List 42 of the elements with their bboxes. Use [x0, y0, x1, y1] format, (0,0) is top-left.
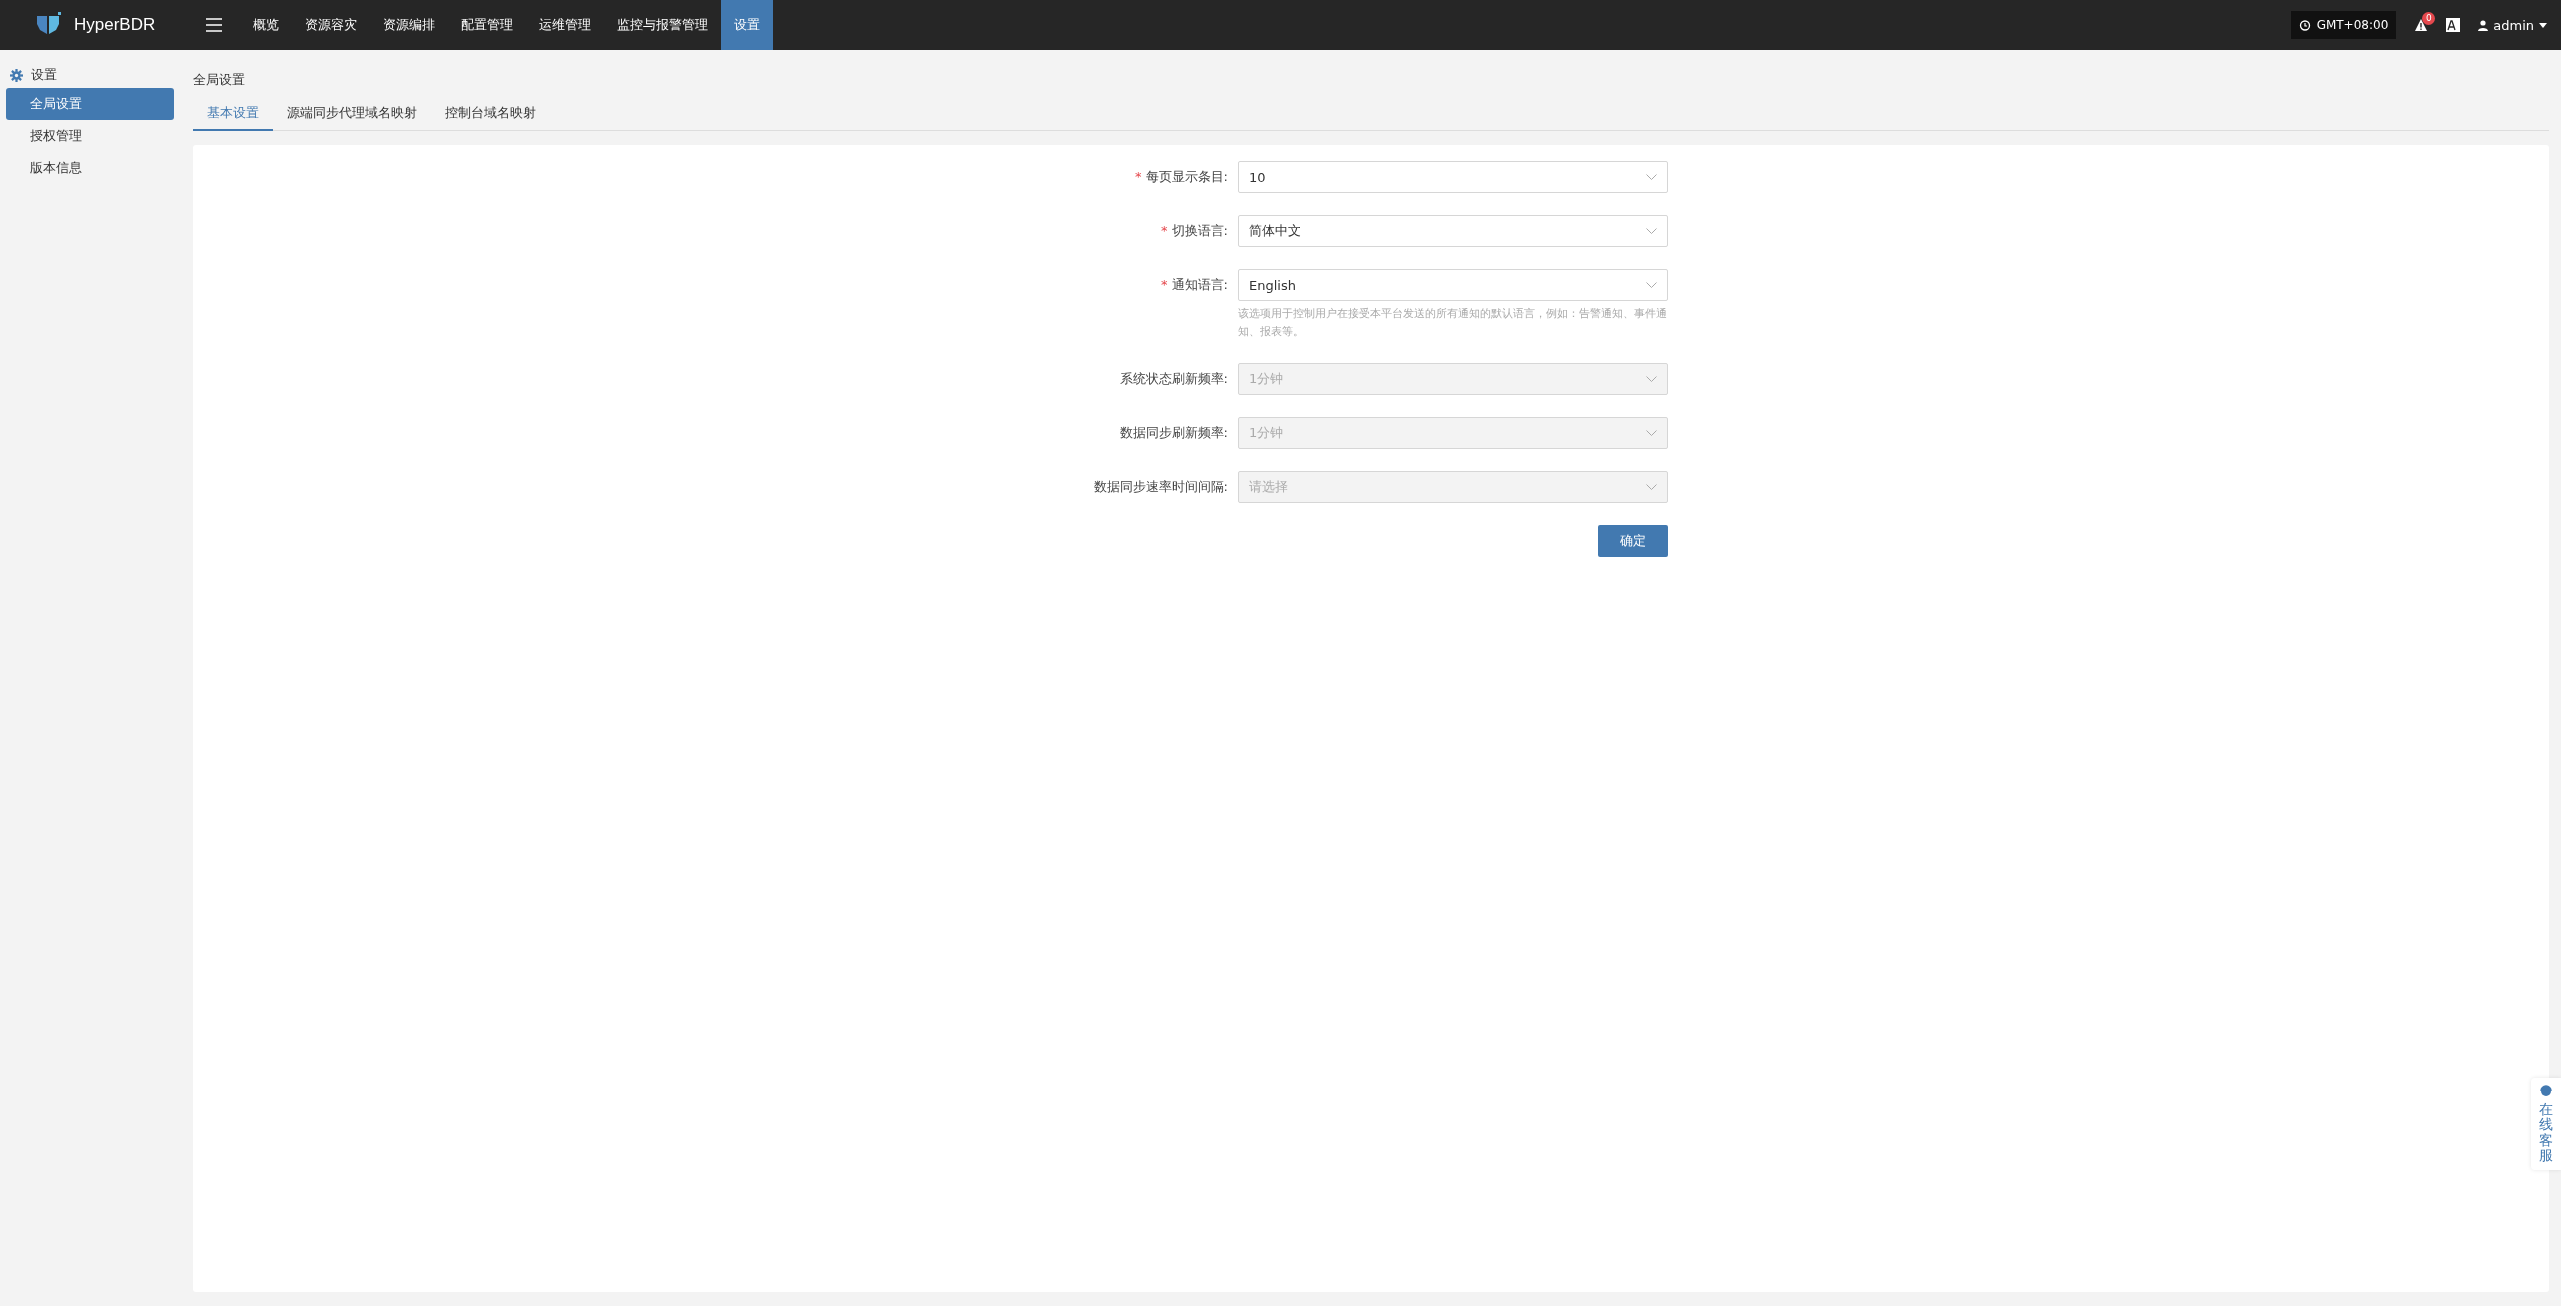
timezone-button[interactable]: GMT+08:00	[2290, 11, 2397, 39]
field-label: * 切换语言:	[1160, 222, 1228, 240]
settings-icon	[10, 68, 23, 82]
user-menu[interactable]: admin	[2478, 17, 2547, 33]
nav-tab[interactable]: 设置	[721, 0, 773, 50]
sidebar-item[interactable]: 版本信息	[6, 152, 174, 184]
nav-tab[interactable]: 配置管理	[448, 0, 526, 50]
chevron-down-icon	[1646, 228, 1657, 234]
field-label: 系统状态刷新频率:	[1118, 370, 1228, 388]
sidebar-title: 设置	[31, 66, 57, 84]
clock-icon	[2298, 19, 2311, 31]
field-label: 数据同步速率时间间隔:	[1092, 478, 1228, 496]
page-title: 全局设置	[193, 71, 246, 89]
select-field[interactable]: 10	[1238, 161, 1668, 193]
chevron-down-icon	[1646, 282, 1657, 288]
confirm-button[interactable]: 确定	[1598, 525, 1668, 557]
nav-tab[interactable]: 监控与报警管理	[604, 0, 721, 50]
tab[interactable]: 基本设置	[193, 98, 273, 131]
alert-count-badge: 0	[2422, 12, 2436, 25]
chevron-down-icon	[1646, 430, 1657, 436]
chevron-down-icon	[1646, 484, 1657, 490]
chevron-down-icon	[1646, 174, 1657, 180]
tab[interactable]: 源端同步代理域名映射	[273, 98, 431, 131]
language-icon[interactable]	[2446, 18, 2461, 32]
help-text: 该选项用于控制用户在接受本平台发送的所有通知的默认语言，例如：告警通知、事件通知、报表等。	[1238, 306, 1668, 340]
sidebar-item[interactable]: 授权管理	[6, 120, 174, 152]
nav-tab[interactable]: 资源编排	[370, 0, 448, 50]
select-field[interactable]: 简体中文	[1238, 215, 1668, 247]
nav-tab[interactable]: 资源容灾	[292, 0, 370, 50]
support-button[interactable]: 在线客服	[2531, 1078, 2561, 1170]
tab[interactable]: 控制台域名映射	[431, 98, 550, 131]
select-field[interactable]: English	[1238, 269, 1668, 301]
field-label: * 每页显示条目:	[1134, 168, 1228, 186]
caret-icon	[2539, 22, 2547, 28]
field-label: 数据同步刷新频率:	[1118, 424, 1228, 442]
field-label: * 通知语言:	[1160, 276, 1228, 294]
brand-name: HyperBDR	[74, 15, 156, 35]
nav-tab[interactable]: 运维管理	[526, 0, 604, 50]
user-icon	[2478, 19, 2489, 31]
sidebar-item[interactable]: 全局设置	[6, 88, 174, 120]
nav-tab[interactable]: 概览	[240, 0, 292, 50]
chevron-down-icon	[1646, 376, 1657, 382]
